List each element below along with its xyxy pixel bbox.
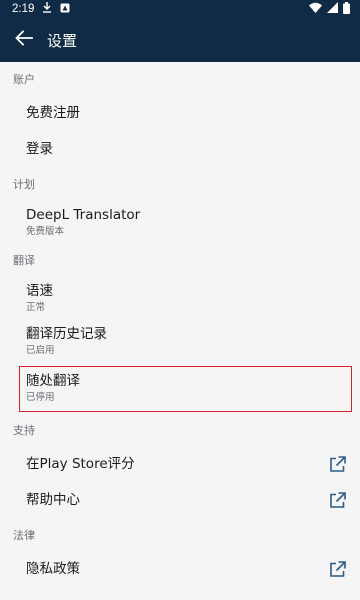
login-label: 登录 [26, 141, 53, 157]
plan-item[interactable]: DeepL Translator 免费版本 [0, 200, 360, 243]
signup-item[interactable]: 免费注册 [0, 95, 360, 131]
status-time: 2:19 [12, 3, 35, 15]
translate-anywhere-item[interactable]: 随处翻译 已停用 [0, 366, 360, 412]
download-icon [42, 2, 52, 16]
settings-list: 账户 免费注册 登录 计划 DeepL Translator 免费版本 翻译 语… [0, 62, 360, 587]
history-item[interactable]: 翻译历史记录 已启用 [0, 319, 360, 362]
history-title: 翻译历史记录 [26, 325, 107, 342]
help-center-label: 帮助中心 [26, 492, 80, 508]
app-bar: 设置 [0, 18, 360, 62]
open-external-icon [328, 491, 346, 509]
wifi-icon [309, 2, 322, 16]
speech-rate-title: 语速 [26, 282, 53, 299]
arrow-left-icon [15, 30, 33, 50]
open-external-icon [328, 560, 346, 578]
rate-play-store-item[interactable]: 在Play Store评分 [0, 446, 360, 482]
login-item[interactable]: 登录 [0, 131, 360, 167]
help-center-item[interactable]: 帮助中心 [0, 482, 360, 518]
status-bar: 2:19 [0, 0, 360, 18]
history-subtitle: 已启用 [26, 344, 55, 356]
privacy-policy-label: 隐私政策 [26, 561, 80, 577]
highlight-box [19, 366, 352, 412]
signup-label: 免费注册 [26, 105, 80, 121]
plan-subtitle: 免费版本 [26, 225, 65, 237]
rate-play-store-label: 在Play Store评分 [26, 456, 135, 472]
back-button[interactable] [10, 26, 38, 54]
section-header-legal: 法律 [13, 528, 35, 542]
section-header-plan: 计划 [13, 177, 35, 191]
privacy-policy-item[interactable]: 隐私政策 [0, 551, 360, 587]
page-title: 设置 [47, 31, 78, 50]
section-header-translate: 翻译 [13, 253, 35, 267]
speech-rate-subtitle: 正常 [26, 301, 46, 313]
signal-icon [327, 2, 338, 16]
section-header-support: 支持 [13, 423, 35, 437]
plan-title: DeepL Translator [26, 206, 141, 223]
battery-icon [343, 1, 350, 17]
app-notification-icon [60, 3, 70, 16]
open-external-icon [328, 455, 346, 473]
section-header-account: 账户 [13, 72, 35, 86]
speech-rate-item[interactable]: 语速 正常 [0, 276, 360, 319]
